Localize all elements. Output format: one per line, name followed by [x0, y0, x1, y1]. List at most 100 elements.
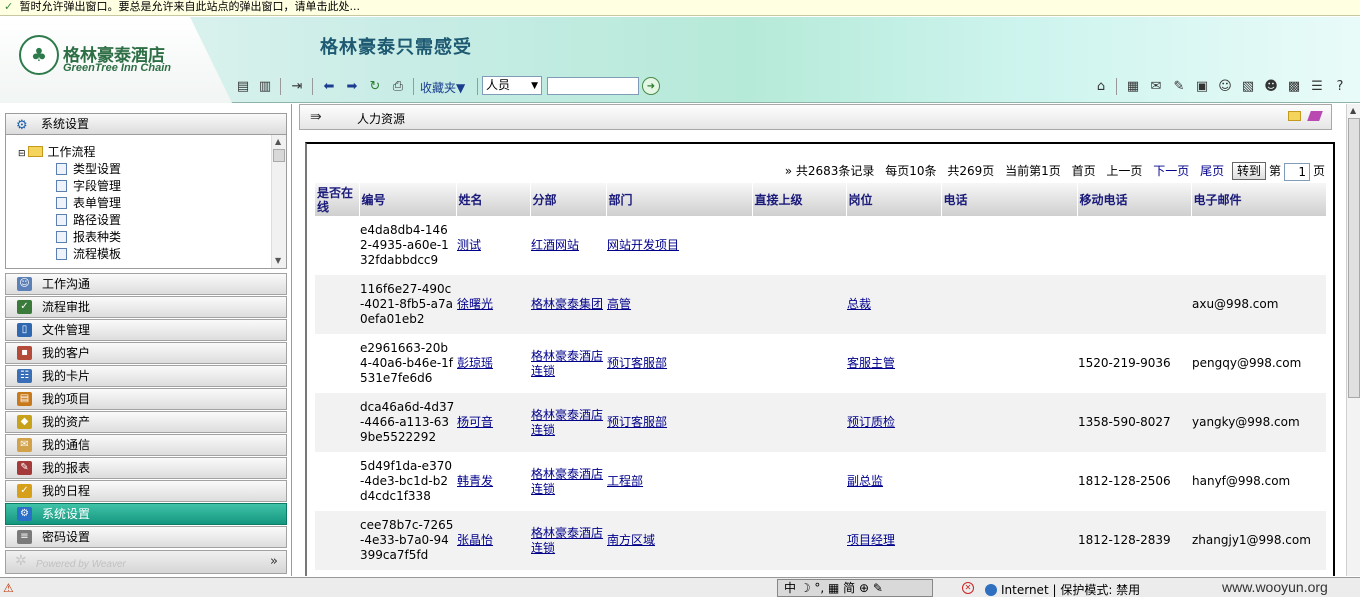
- position-link[interactable]: 客服主管: [847, 356, 895, 370]
- column-header[interactable]: 岗位: [846, 183, 942, 216]
- column-header[interactable]: 是否在线: [315, 183, 360, 216]
- grid-icon[interactable]: ▩: [1285, 77, 1303, 95]
- sidebar-item-my-projects[interactable]: ▤ 我的项目: [5, 388, 287, 410]
- security-zone[interactable]: Internet | 保护模式: 禁用: [985, 581, 1140, 597]
- inbox-icon[interactable]: ▣: [1193, 77, 1211, 95]
- search-type-select[interactable]: 人员 ▼: [482, 76, 542, 95]
- last-page-link[interactable]: 尾页: [1200, 164, 1224, 178]
- sidebar-item-workflow-approval[interactable]: ✓ 流程审批: [5, 296, 287, 318]
- page-scrollbar[interactable]: ▲: [1346, 104, 1360, 576]
- department-link[interactable]: 预订客服部: [607, 415, 667, 429]
- scroll-down-icon[interactable]: ▼: [275, 256, 281, 265]
- popup-info-bar[interactable]: ✓ 暂时允许弹出窗口。要总是允许来自此站点的弹出窗口，请单击此处...: [0, 0, 1360, 16]
- tree-item[interactable]: 类型设置: [56, 161, 121, 178]
- column-header[interactable]: 移动电话: [1077, 183, 1192, 216]
- sidebar-item-my-messages[interactable]: ✉ 我的通信: [5, 434, 287, 456]
- department-link[interactable]: 预订客服部: [607, 356, 667, 370]
- forward-arrow-icon[interactable]: ➡: [343, 77, 361, 95]
- branch-link[interactable]: 格林豪泰酒店连锁: [531, 408, 603, 437]
- back-arrow-icon[interactable]: ⬅: [320, 77, 338, 95]
- tree-scrollbar[interactable]: ▲ ▼: [271, 135, 286, 268]
- contacts-icon[interactable]: ☻: [1262, 77, 1280, 95]
- branch-link[interactable]: 红酒网站: [531, 238, 579, 252]
- home-icon[interactable]: ⌂: [1092, 77, 1110, 95]
- department-link[interactable]: 南方区域: [607, 533, 655, 547]
- employee-name-link[interactable]: 杨可音: [457, 415, 493, 429]
- help-icon[interactable]: ?: [1331, 77, 1349, 95]
- branch-link[interactable]: 格林豪泰集团: [531, 297, 603, 311]
- sidebar-section-system-settings[interactable]: ⚙ 系统设置: [5, 113, 287, 135]
- tree-item[interactable]: 报表种类: [56, 229, 121, 246]
- department-link[interactable]: 工程部: [607, 474, 643, 488]
- employee-name-link[interactable]: 徐曙光: [457, 297, 493, 311]
- sidebar-item-system-settings[interactable]: ⚙ 系统设置: [5, 503, 287, 525]
- sidebar-item-my-cards[interactable]: ☷ 我的卡片: [5, 365, 287, 387]
- branch-link[interactable]: 格林豪泰酒店连锁: [531, 349, 603, 378]
- phone-cell: [941, 511, 1077, 570]
- manager-cell: [752, 216, 846, 275]
- next-page-link[interactable]: 下一页: [1153, 164, 1189, 178]
- edit-icon[interactable]: ✎: [1170, 77, 1188, 95]
- scroll-up-icon[interactable]: ▲: [275, 137, 281, 146]
- password-icon: ≡: [17, 530, 32, 544]
- page-number-input[interactable]: 1: [1283, 162, 1310, 181]
- favorites-menu[interactable]: 收藏夹▼: [420, 79, 465, 96]
- logout-icon[interactable]: ⇥: [288, 77, 306, 95]
- layout-left-icon[interactable]: ▤: [234, 77, 252, 95]
- employee-name-link[interactable]: 韩青发: [457, 474, 493, 488]
- sidebar-item-password-settings[interactable]: ≡ 密码设置: [5, 526, 287, 548]
- column-header[interactable]: 电话: [941, 183, 1078, 216]
- tree-item[interactable]: 路径设置: [56, 212, 121, 229]
- column-header[interactable]: 部门: [606, 183, 753, 216]
- column-header[interactable]: 直接上级: [752, 183, 847, 216]
- employee-name-link[interactable]: 彭琼瑶: [457, 356, 493, 370]
- expand-more-icon[interactable]: »: [270, 554, 278, 569]
- user-group-icon[interactable]: ☺: [1216, 77, 1234, 95]
- sidebar-item-my-schedule[interactable]: ✓ 我的日程: [5, 480, 287, 502]
- search-go-icon[interactable]: ➜: [642, 77, 660, 95]
- sidebar-item-my-assets[interactable]: ◆ 我的资产: [5, 411, 287, 433]
- scroll-thumb[interactable]: [1348, 118, 1360, 398]
- popup-info-text[interactable]: 暂时允许弹出窗口。要总是允许来自此站点的弹出窗口，请单击此处...: [20, 0, 361, 13]
- tree-item[interactable]: 表单管理: [56, 195, 121, 212]
- page-title: 人力资源: [357, 112, 406, 126]
- scroll-up-icon[interactable]: ▲: [1350, 106, 1356, 115]
- refresh-icon[interactable]: ↻: [366, 77, 384, 95]
- department-link[interactable]: 高管: [607, 297, 631, 311]
- position-link[interactable]: 预订质检: [847, 415, 895, 429]
- tree-folder-workflow[interactable]: ⊟ 工作流程: [18, 144, 96, 161]
- position-link[interactable]: 副总监: [847, 474, 883, 488]
- search-input[interactable]: [547, 77, 639, 95]
- table-header-row: 是否在线 编号 姓名 分部 部门 直接上级 岗位 电话 移动电话 电子邮件: [315, 183, 1327, 216]
- position-link[interactable]: 总裁: [847, 297, 871, 311]
- column-header[interactable]: 分部: [530, 183, 607, 216]
- branch-link[interactable]: 格林豪泰酒店连锁: [531, 526, 603, 555]
- tree-item[interactable]: 流程模板: [56, 246, 121, 263]
- tree-item[interactable]: 字段管理: [56, 178, 121, 195]
- notes-icon[interactable]: ☰: [1308, 77, 1326, 95]
- layout-top-icon[interactable]: ▥: [256, 77, 274, 95]
- mail-icon[interactable]: ✉: [1147, 77, 1165, 95]
- first-page-link[interactable]: 首页: [1072, 164, 1096, 178]
- print-icon[interactable]: ⎙: [389, 77, 407, 95]
- position-link[interactable]: 项目经理: [847, 533, 895, 547]
- goto-page-button[interactable]: 转到: [1231, 162, 1266, 180]
- column-header[interactable]: 电子邮件: [1191, 183, 1327, 216]
- calendar-icon[interactable]: ▦: [1124, 77, 1142, 95]
- employee-name-link[interactable]: 张晶怡: [457, 533, 493, 547]
- eraser-icon[interactable]: [1307, 111, 1323, 121]
- employee-name-link[interactable]: 测试: [457, 238, 481, 252]
- sidebar-item-my-customers[interactable]: ▪ 我的客户: [5, 342, 287, 364]
- prev-page-link[interactable]: 上一页: [1106, 164, 1142, 178]
- sidebar-item-my-reports[interactable]: ✎ 我的报表: [5, 457, 287, 479]
- sidebar-item-file-management[interactable]: ▯ 文件管理: [5, 319, 287, 341]
- ime-toolbar[interactable]: 中 ☽ °, ▦ 简 ⊕ ✎: [777, 579, 933, 597]
- department-link[interactable]: 网站开发项目: [607, 238, 679, 252]
- column-header[interactable]: 姓名: [456, 183, 531, 216]
- scroll-thumb[interactable]: [273, 149, 285, 162]
- branch-link[interactable]: 格林豪泰酒店连锁: [531, 467, 603, 496]
- address-book-icon[interactable]: ▧: [1239, 77, 1257, 95]
- sidebar-item-work-communication[interactable]: ☺ 工作沟通: [5, 273, 287, 295]
- folder-icon[interactable]: [1288, 111, 1301, 121]
- column-header[interactable]: 编号: [359, 183, 457, 216]
